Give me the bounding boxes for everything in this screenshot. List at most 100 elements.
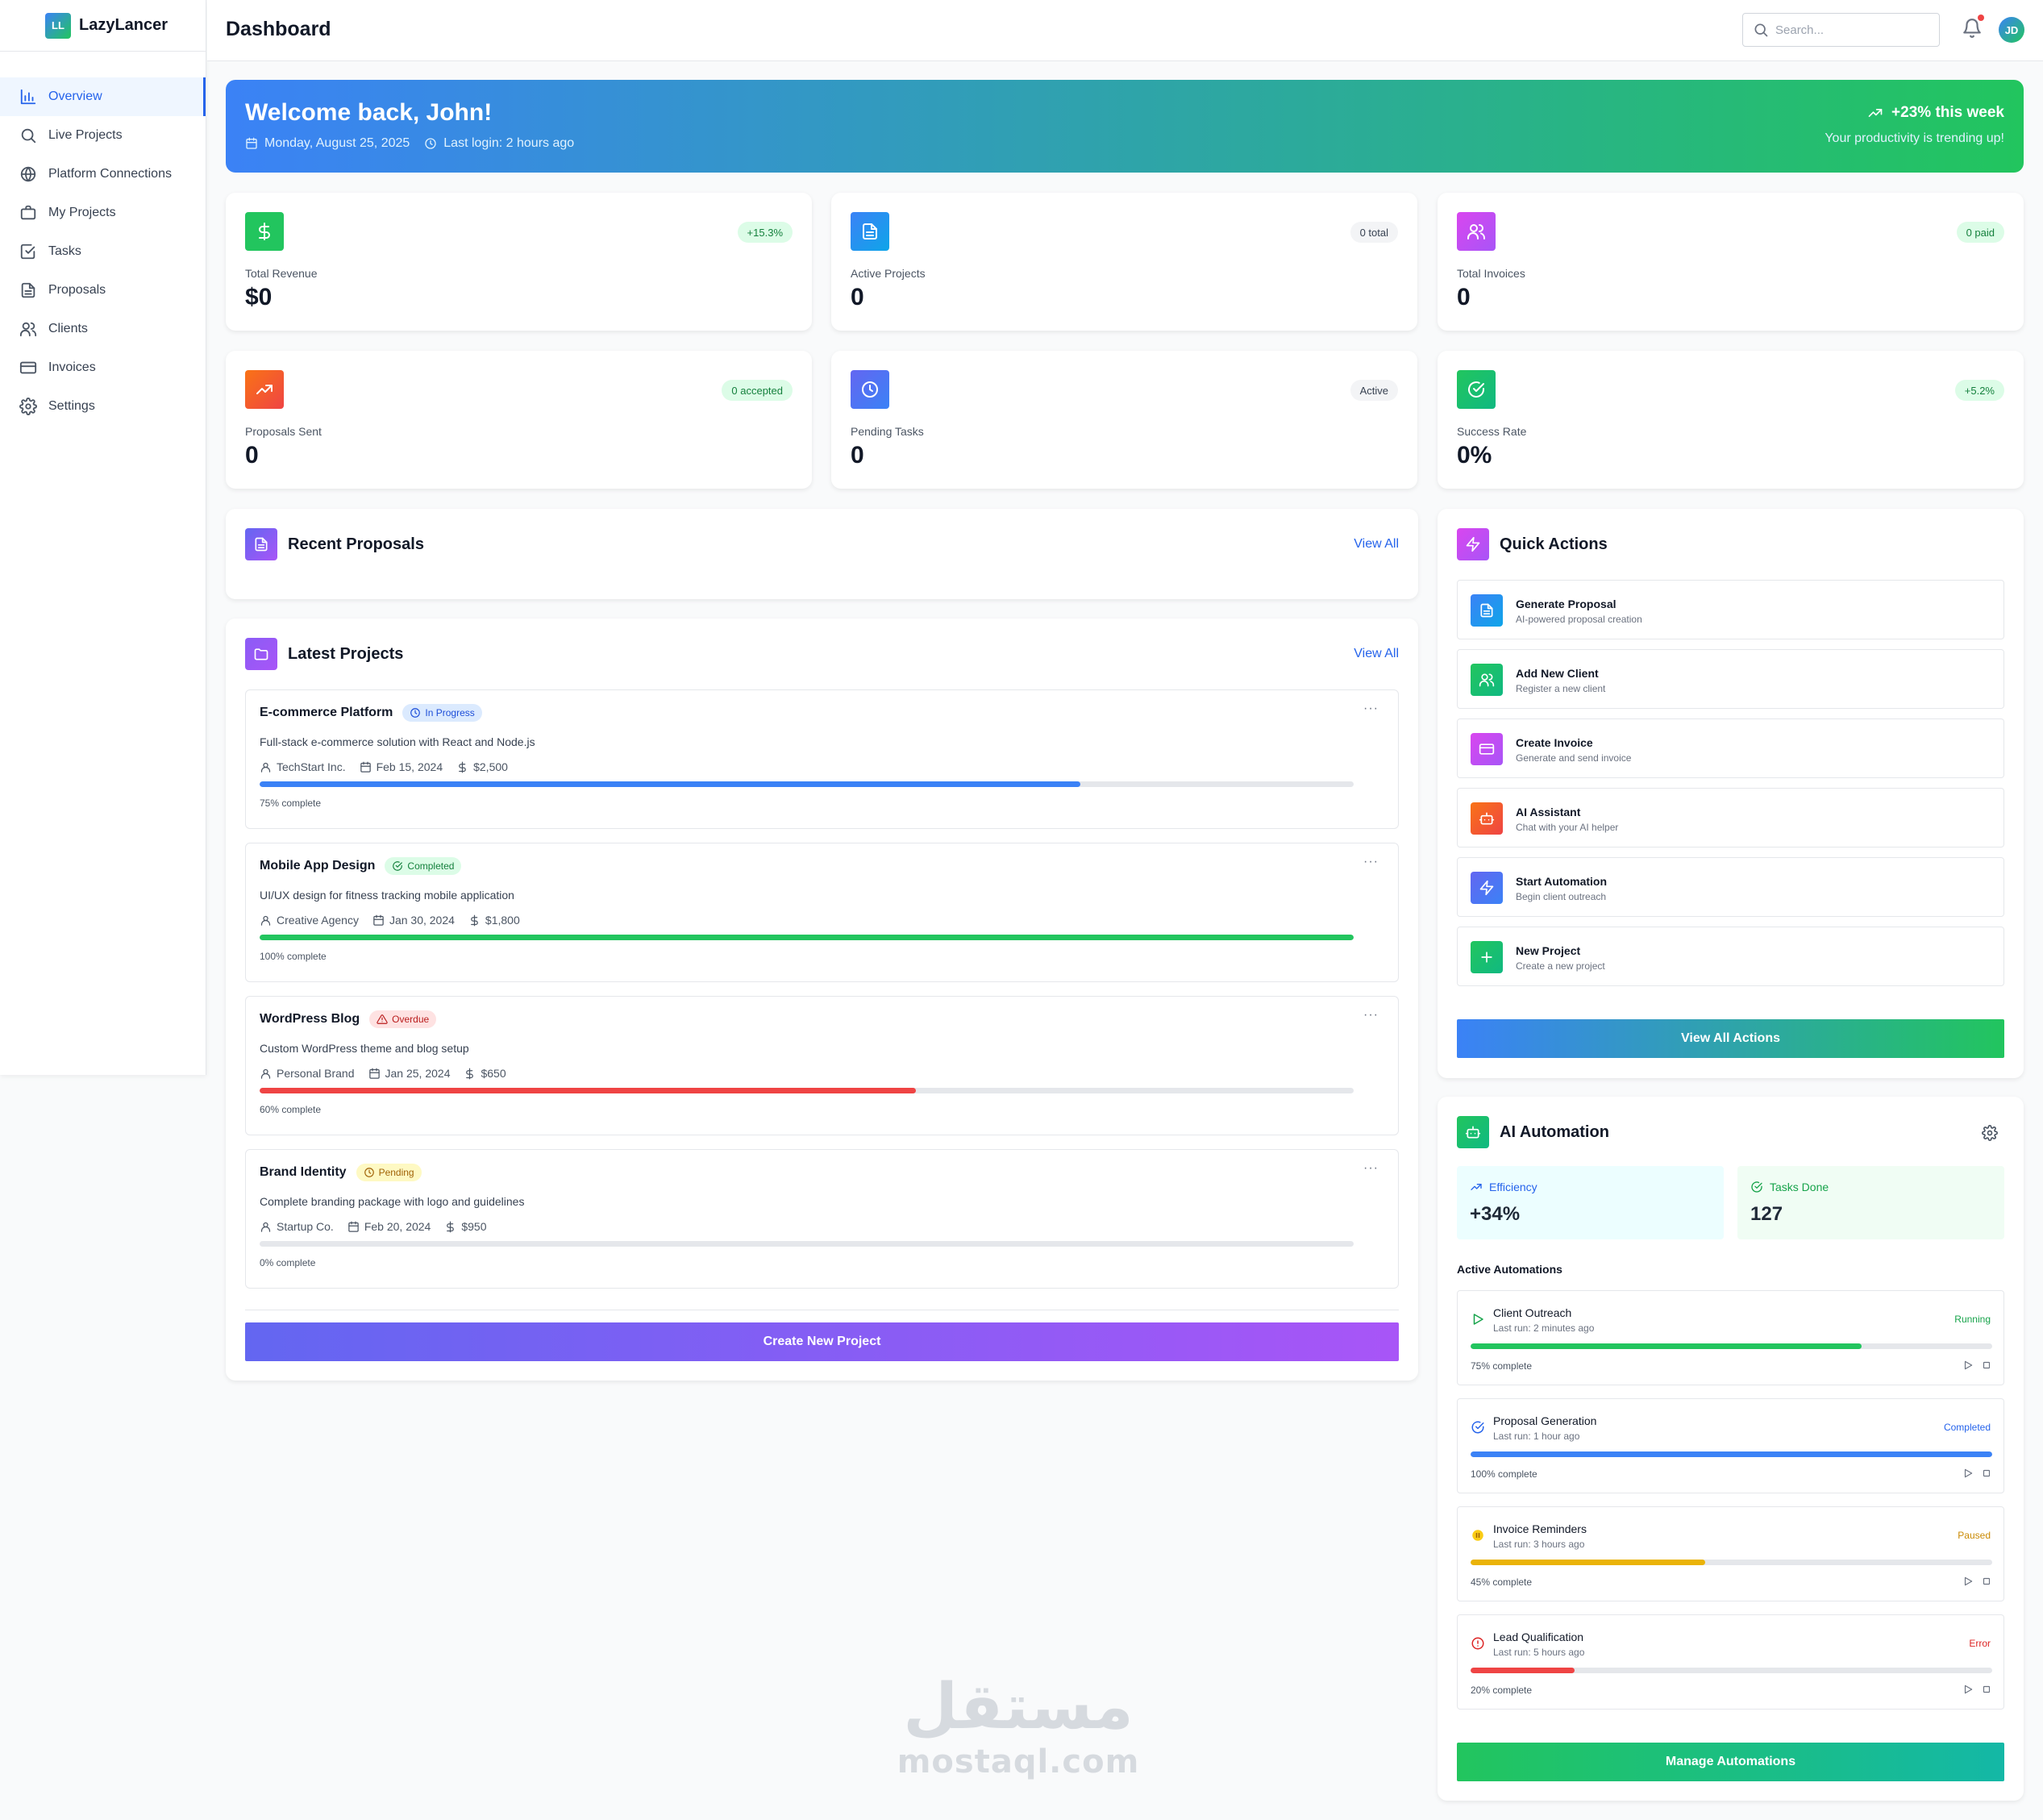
progress-bar <box>260 1088 1354 1093</box>
play-icon[interactable] <box>1962 1360 1974 1371</box>
progress-label: 75% complete <box>1471 1360 1533 1372</box>
file-text-icon <box>245 528 277 560</box>
automation-item[interactable]: Proposal Generation Last run: 1 hour ago… <box>1457 1398 2004 1493</box>
stat-card-success-rate[interactable]: +5.2% Success Rate 0% <box>1438 351 2024 489</box>
project-item[interactable]: E-commerce Platform In Progress ··· Full… <box>245 689 1399 829</box>
sidebar-item-live-projects[interactable]: Live Projects <box>0 116 206 155</box>
play-icon[interactable] <box>1962 1576 1974 1587</box>
trending-up-icon <box>1470 1181 1483 1193</box>
view-all-actions-button[interactable]: View All Actions <box>1457 1019 2004 1058</box>
sidebar-item-tasks[interactable]: Tasks <box>0 232 206 271</box>
welcome-last-login: Last login: 2 hours ago <box>443 136 575 150</box>
automation-status: Completed <box>1943 1422 1991 1433</box>
project-item[interactable]: WordPress Blog Overdue ··· Custom WordPr… <box>245 996 1399 1135</box>
stat-value: 0% <box>1457 442 1492 469</box>
sidebar-item-invoices[interactable]: Invoices <box>0 348 206 387</box>
efficiency-label: Efficiency <box>1489 1181 1537 1193</box>
automation-status: Paused <box>1958 1530 1991 1541</box>
stat-card-total-invoices[interactable]: 0 paid Total Invoices 0 <box>1438 193 2024 331</box>
stat-label: Total Invoices <box>1457 267 1525 280</box>
project-description: Complete branding package with logo and … <box>260 1195 525 1208</box>
plus-icon <box>1471 941 1503 973</box>
project-description: Full-stack e-commerce solution with Reac… <box>260 735 535 748</box>
stop-icon[interactable] <box>1981 1684 1992 1695</box>
gear-icon[interactable] <box>1982 1125 1998 1141</box>
status-label: Completed <box>407 860 455 872</box>
sidebar-item-platform-connections[interactable]: Platform Connections <box>0 155 206 194</box>
tasks-done-metric: Tasks Done 127 <box>1737 1166 2004 1239</box>
brand[interactable]: LL LazyLancer <box>0 0 206 52</box>
quick-action-start-automation[interactable]: Start Automation Begin client outreach <box>1457 857 2004 917</box>
quick-action-generate-proposal[interactable]: Generate Proposal AI-powered proposal cr… <box>1457 580 2004 639</box>
manage-automations-button[interactable]: Manage Automations <box>1457 1743 2004 1781</box>
more-options-button[interactable]: ··· <box>1363 1161 1379 1176</box>
progress-fill <box>260 935 1354 940</box>
trending-up-icon <box>1867 105 1883 121</box>
automation-name: Client Outreach <box>1493 1306 1572 1319</box>
sidebar-item-overview[interactable]: Overview <box>0 77 206 116</box>
sidebar-item-proposals[interactable]: Proposals <box>0 271 206 310</box>
progress-fill <box>260 781 1080 787</box>
notification-dot <box>1978 15 1984 21</box>
create-new-project-button[interactable]: Create New Project <box>245 1322 1399 1361</box>
ai-automation-card: AI Automation Efficiency +34% Tasks Done… <box>1438 1097 2024 1801</box>
stat-card-pending-tasks[interactable]: Active Pending Tasks 0 <box>831 351 1417 489</box>
check-circle-icon <box>1457 370 1496 409</box>
trend-subtitle: Your productivity is trending up! <box>1825 131 2004 145</box>
progress-label: 0% complete <box>260 1257 316 1268</box>
search-input[interactable] <box>1775 23 1929 37</box>
automation-item[interactable]: Client Outreach Last run: 2 minutes ago … <box>1457 1290 2004 1385</box>
quick-action-subtitle: Register a new client <box>1516 683 1606 694</box>
quick-action-add-new-client[interactable]: Add New Client Register a new client <box>1457 649 2004 709</box>
sidebar-item-my-projects[interactable]: My Projects <box>0 194 206 232</box>
view-all-projects-link[interactable]: View All <box>1354 647 1399 661</box>
progress-bar <box>260 1241 1354 1247</box>
search-icon <box>1753 22 1769 38</box>
quick-action-create-invoice[interactable]: Create Invoice Generate and send invoice <box>1457 718 2004 778</box>
welcome-title: Welcome back, John! <box>245 99 493 126</box>
project-item[interactable]: Mobile App Design Completed ··· UI/UX de… <box>245 843 1399 982</box>
user-icon <box>260 1221 272 1233</box>
stat-card-active-projects[interactable]: 0 total Active Projects 0 <box>831 193 1417 331</box>
more-options-button[interactable]: ··· <box>1363 855 1379 869</box>
stop-icon[interactable] <box>1981 1360 1992 1371</box>
sidebar-item-settings[interactable]: Settings <box>0 387 206 426</box>
quick-action-ai-assistant[interactable]: AI Assistant Chat with your AI helper <box>1457 788 2004 848</box>
section-title: AI Automation <box>1500 1122 1609 1141</box>
status-label: In Progress <box>425 707 475 718</box>
efficiency-metric: Efficiency +34% <box>1457 1166 1724 1239</box>
play-icon[interactable] <box>1962 1684 1974 1695</box>
project-item[interactable]: Brand Identity Pending ··· Complete bran… <box>245 1149 1399 1289</box>
progress-bar <box>1471 1560 1992 1565</box>
project-budget: $650 <box>481 1067 506 1080</box>
automation-item[interactable]: Lead Qualification Last run: 5 hours ago… <box>1457 1614 2004 1710</box>
sidebar-item-clients[interactable]: Clients <box>0 310 206 348</box>
project-client: Personal Brand <box>277 1067 355 1080</box>
automation-item[interactable]: Invoice Reminders Last run: 3 hours ago … <box>1457 1506 2004 1601</box>
alert-triangle-icon <box>377 1014 388 1025</box>
section-title: Latest Projects <box>288 644 404 663</box>
search-box[interactable] <box>1742 13 1940 47</box>
stat-value: 0 <box>851 442 864 469</box>
quick-action-new-project[interactable]: New Project Create a new project <box>1457 927 2004 986</box>
automation-name: Lead Qualification <box>1493 1631 1584 1643</box>
view-all-proposals-link[interactable]: View All <box>1354 537 1399 552</box>
progress-fill <box>260 1088 917 1093</box>
stop-icon[interactable] <box>1981 1468 1992 1479</box>
stat-card-total-revenue[interactable]: +15.3% Total Revenue $0 <box>226 193 812 331</box>
project-meta: Creative Agency Jan 30, 2024 $1,800 <box>260 914 534 927</box>
progress-bar <box>260 935 1354 940</box>
trending-up-icon <box>245 370 284 409</box>
sidebar-item-label: Settings <box>48 399 95 413</box>
more-options-button[interactable]: ··· <box>1363 702 1379 716</box>
notifications-button[interactable] <box>1962 15 1984 39</box>
stat-card-proposals-sent[interactable]: 0 accepted Proposals Sent 0 <box>226 351 812 489</box>
play-icon[interactable] <box>1962 1468 1974 1479</box>
quick-action-subtitle: Create a new project <box>1516 960 1605 972</box>
more-options-button[interactable]: ··· <box>1363 1008 1379 1022</box>
status-badge: Completed <box>385 857 462 875</box>
avatar[interactable]: JD <box>1999 17 2024 43</box>
stop-icon[interactable] <box>1981 1576 1992 1587</box>
progress-bar <box>260 781 1354 787</box>
user-icon <box>260 1068 272 1080</box>
